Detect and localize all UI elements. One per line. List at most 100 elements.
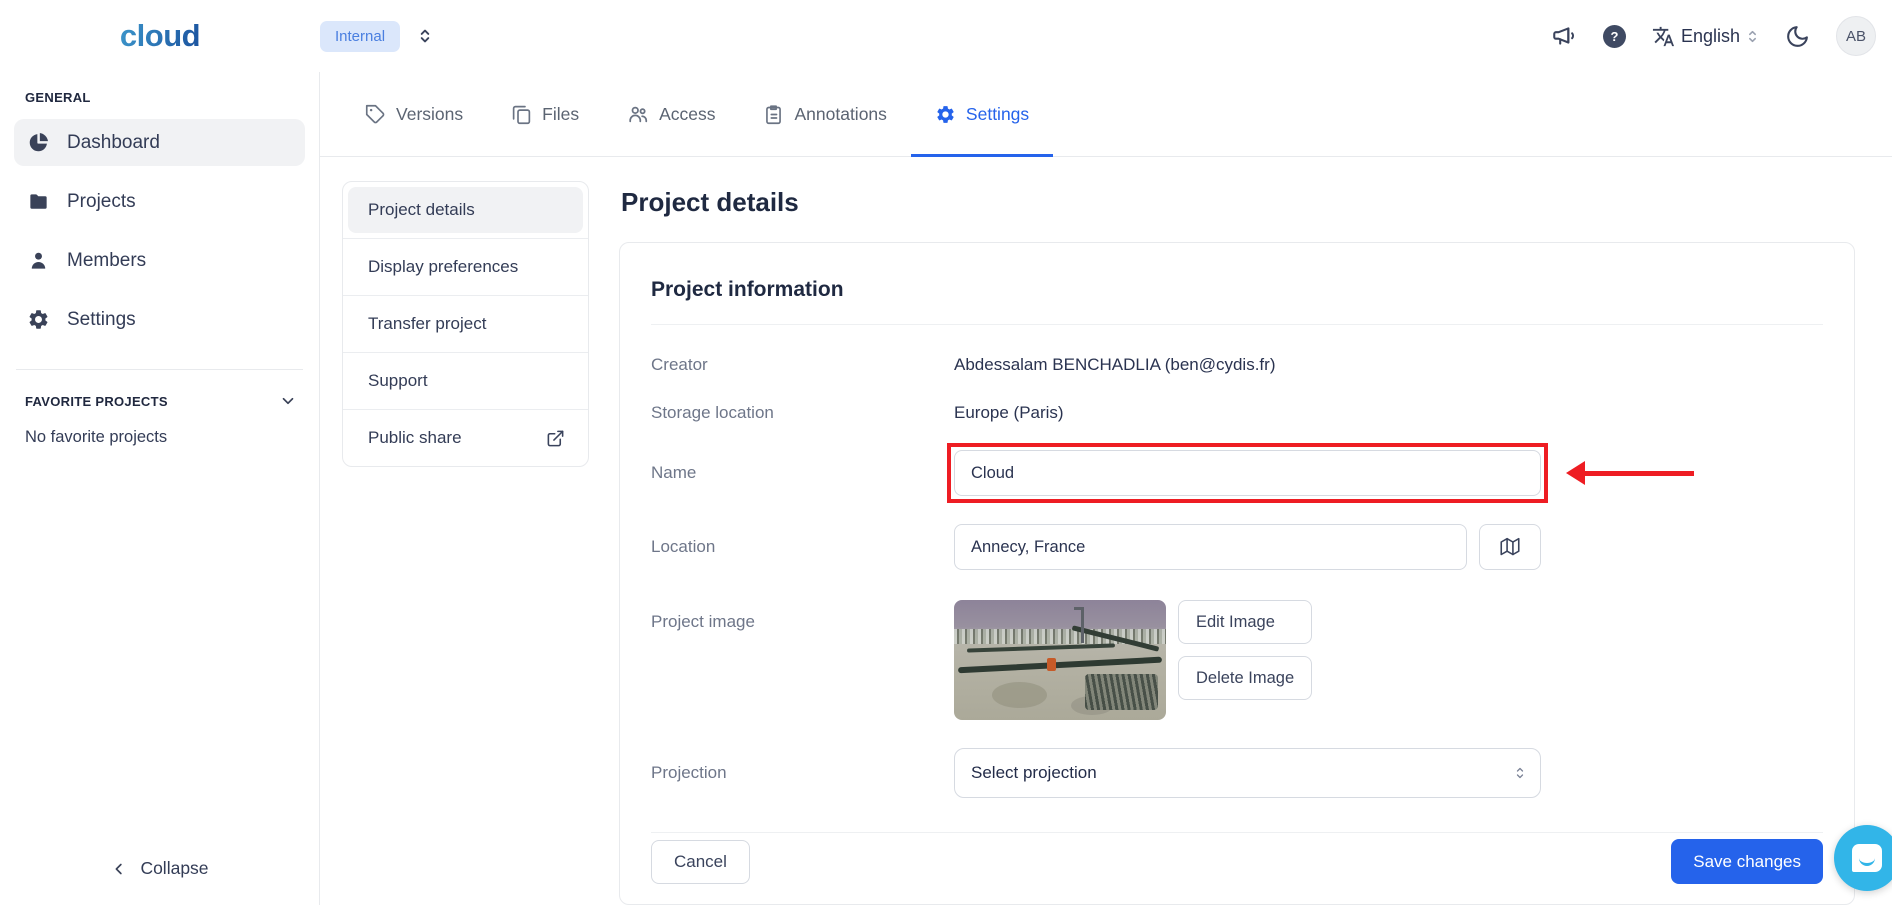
subnav-item-support[interactable]: Support: [343, 352, 588, 404]
language-chevrons-icon: [1746, 29, 1759, 44]
subnav-label: Project details: [368, 200, 475, 220]
chevron-left-icon: [110, 860, 128, 878]
cancel-button[interactable]: Cancel: [651, 840, 750, 884]
card-footer: Cancel Save changes: [651, 833, 1823, 884]
gear-icon: [935, 104, 956, 125]
subnav-item-public-share[interactable]: Public share: [343, 409, 588, 461]
collapse-label: Collapse: [140, 858, 208, 879]
card-divider: [651, 324, 1823, 325]
name-row: Name: [651, 450, 1823, 496]
subnav-label: Transfer project: [368, 314, 486, 334]
projection-row: Projection Select projection: [651, 748, 1823, 798]
tab-label: Files: [542, 104, 579, 125]
settings-subnav: Project details Display preferences Tran…: [342, 181, 589, 467]
sidebar-collapse-button[interactable]: Collapse: [0, 858, 319, 905]
tab-label: Settings: [966, 104, 1029, 125]
tag-icon: [365, 104, 386, 125]
location-field-wrapper: [954, 524, 1541, 570]
creator-row: Creator Abdessalam BENCHADLIA (ben@cydis…: [651, 355, 1823, 375]
file-icon: [511, 104, 532, 125]
tab-annotations[interactable]: Annotations: [739, 72, 910, 156]
workspace-switcher-icon[interactable]: [415, 26, 435, 46]
app-body: GENERAL Dashboard Projects Members Setti…: [0, 72, 1892, 905]
select-chevrons-icon: [1514, 765, 1526, 781]
map-icon: [1500, 537, 1520, 557]
header-actions: ? English AB: [1551, 16, 1876, 56]
sidebar-item-label: Dashboard: [67, 132, 160, 154]
tab-settings[interactable]: Settings: [911, 72, 1053, 156]
sidebar-divider: [16, 369, 303, 370]
projection-select[interactable]: Select projection: [954, 748, 1541, 798]
projection-label: Projection: [651, 763, 954, 783]
dark-mode-icon[interactable]: [1785, 24, 1810, 49]
storage-location-row: Storage location Europe (Paris): [651, 403, 1823, 423]
workspace-badge[interactable]: Internal: [320, 21, 400, 52]
subnav-label: Support: [368, 371, 428, 391]
tab-versions[interactable]: Versions: [341, 72, 487, 156]
sidebar-item-settings[interactable]: Settings: [14, 296, 305, 343]
chat-icon: [1852, 844, 1882, 872]
app-header: cloud Internal ? English AB: [0, 0, 1892, 72]
subnav-item-transfer-project[interactable]: Transfer project: [343, 295, 588, 347]
main-area: Versions Files Access Annotations Settin…: [320, 72, 1892, 905]
users-icon: [627, 103, 649, 125]
storage-location-value: Europe (Paris): [954, 403, 1064, 423]
project-image-label: Project image: [651, 612, 954, 632]
edit-image-button[interactable]: Edit Image: [1178, 600, 1312, 644]
pie-chart-icon: [27, 131, 50, 154]
chat-launcher-button[interactable]: [1834, 825, 1892, 891]
logo-area: cloud: [0, 18, 320, 54]
subnav-label: Public share: [368, 428, 462, 448]
person-icon: [27, 249, 50, 272]
announcements-icon[interactable]: [1551, 23, 1577, 49]
sidebar: GENERAL Dashboard Projects Members Setti…: [0, 72, 320, 905]
location-input[interactable]: [954, 524, 1467, 570]
projection-select-value: Select projection: [971, 763, 1097, 783]
avatar[interactable]: AB: [1836, 16, 1876, 56]
name-field-wrapper: [954, 450, 1541, 496]
tab-label: Versions: [396, 104, 463, 125]
tab-label: Access: [659, 104, 715, 125]
page-title: Project details: [621, 187, 1855, 218]
annotation-arrow: [1566, 461, 1694, 485]
card-title: Project information: [651, 278, 1823, 302]
tab-access[interactable]: Access: [603, 72, 739, 156]
creator-label: Creator: [651, 355, 954, 375]
app-logo[interactable]: cloud: [120, 18, 200, 54]
sidebar-item-label: Members: [67, 250, 146, 272]
favorites-label: FAVORITE PROJECTS: [25, 394, 168, 409]
folder-icon: [27, 190, 50, 213]
sidebar-item-projects[interactable]: Projects: [14, 178, 305, 225]
sidebar-item-dashboard[interactable]: Dashboard: [14, 119, 305, 166]
storage-location-label: Storage location: [651, 403, 954, 423]
sidebar-item-members[interactable]: Members: [14, 237, 305, 284]
sidebar-section-general: GENERAL: [25, 90, 294, 105]
tab-files[interactable]: Files: [487, 72, 603, 156]
open-map-button[interactable]: [1479, 524, 1541, 570]
help-icon[interactable]: ?: [1603, 25, 1626, 48]
language-label: English: [1681, 26, 1740, 47]
name-label: Name: [651, 463, 954, 483]
external-link-icon: [546, 429, 565, 448]
image-buttons: Edit Image Delete Image: [1178, 600, 1312, 700]
project-details-pane: Project details Project information Crea…: [619, 181, 1855, 905]
settings-content: Project details Display preferences Tran…: [320, 157, 1892, 905]
clipboard-icon: [763, 104, 784, 125]
save-changes-button[interactable]: Save changes: [1671, 839, 1823, 884]
chevron-down-icon: [279, 392, 297, 410]
location-row: Location: [651, 524, 1823, 570]
subnav-item-project-details[interactable]: Project details: [343, 187, 588, 233]
sidebar-item-label: Settings: [67, 309, 136, 331]
gear-icon: [27, 308, 50, 331]
subnav-item-display-preferences[interactable]: Display preferences: [343, 238, 588, 290]
delete-image-button[interactable]: Delete Image: [1178, 656, 1312, 700]
creator-value: Abdessalam BENCHADLIA (ben@cydis.fr): [954, 355, 1275, 375]
project-tabbar: Versions Files Access Annotations Settin…: [320, 72, 1892, 157]
translate-icon: [1652, 25, 1675, 48]
favorites-header[interactable]: FAVORITE PROJECTS: [25, 392, 297, 410]
subnav-label: Display preferences: [368, 257, 518, 277]
language-selector[interactable]: English: [1652, 25, 1759, 48]
project-image-thumbnail: [954, 600, 1166, 720]
name-input[interactable]: [954, 450, 1541, 496]
location-label: Location: [651, 537, 954, 557]
